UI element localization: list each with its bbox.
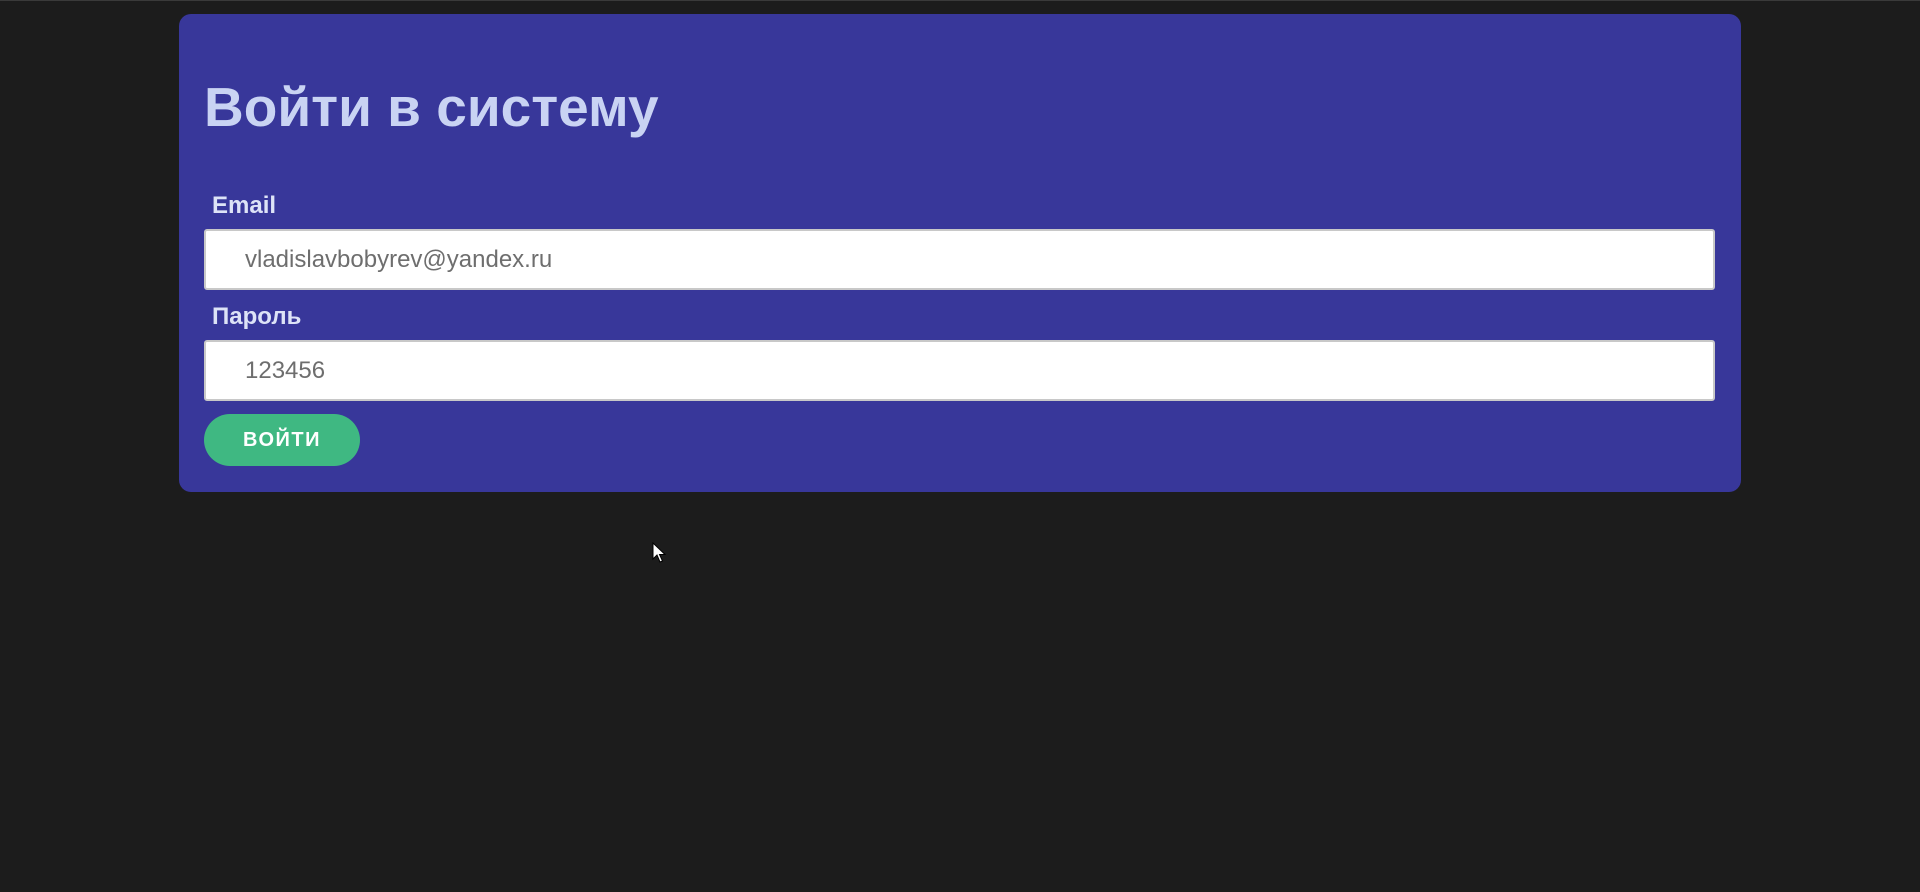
page-title: Войти в систему [204, 76, 659, 138]
email-label: Email [212, 192, 277, 219]
password-field[interactable] [204, 340, 1715, 401]
login-card: Войти в систему Email Пароль ВОЙТИ [179, 14, 1741, 492]
password-label: Пароль [212, 303, 302, 330]
email-field[interactable] [204, 229, 1715, 290]
mouse-pointer-icon [652, 542, 666, 563]
login-button[interactable]: ВОЙТИ [204, 414, 360, 466]
window-top-border [0, 0, 1920, 1]
